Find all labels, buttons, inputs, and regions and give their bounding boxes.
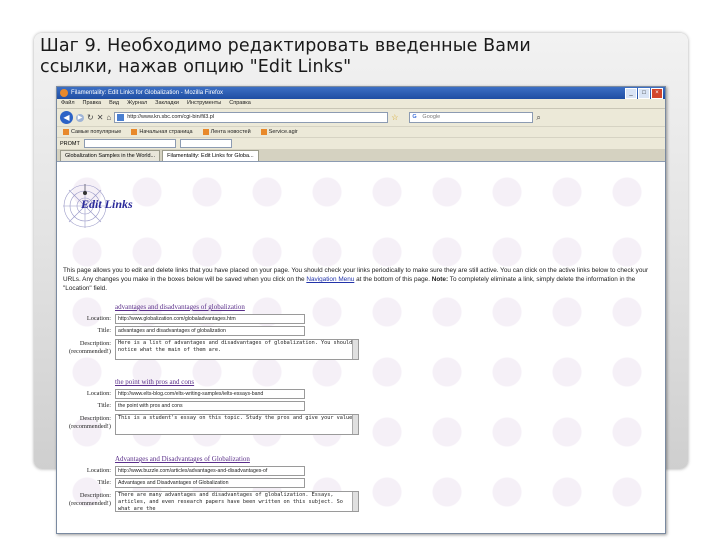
search-icon[interactable]: ⌕ bbox=[536, 113, 540, 123]
description-textarea[interactable]: This is a student's essay on this topic.… bbox=[115, 414, 359, 435]
menu-edit[interactable]: Правка bbox=[83, 99, 102, 108]
google-icon: G bbox=[412, 114, 417, 120]
menu-tools[interactable]: Инструменты bbox=[187, 99, 221, 108]
bookmark-icon bbox=[63, 129, 69, 135]
promt-select-2[interactable] bbox=[179, 139, 232, 148]
location-input[interactable]: http://www.buzzle.com/articles/advantage… bbox=[115, 466, 305, 476]
intro-note-label: Note: bbox=[431, 276, 449, 283]
stop-icon[interactable]: ✕ bbox=[97, 113, 104, 122]
favicon-icon bbox=[117, 114, 125, 121]
location-label: Location: bbox=[86, 390, 111, 397]
url-text: http://www.kn.sbc.com/cgi-bin/fil3.pl bbox=[127, 114, 215, 120]
location-input[interactable]: http://www.elts-blog.com/elts-writing-sa… bbox=[115, 389, 305, 399]
browser-screenshot: Filamentality: Edit Links for Globalizat… bbox=[56, 86, 666, 534]
edit-links-logo: Edit Links bbox=[81, 197, 133, 211]
intro-text: This page allows you to edit and delete … bbox=[63, 266, 659, 293]
description-textarea[interactable]: There are many advantages and disadvanta… bbox=[115, 491, 359, 512]
description-text: There are many advantages and disadvanta… bbox=[118, 492, 343, 512]
home-icon[interactable]: ⌂ bbox=[106, 113, 111, 122]
title-input[interactable]: advantages and disadvantages of globaliz… bbox=[115, 326, 305, 336]
title-label: Title: bbox=[97, 402, 111, 409]
navigation-menu-link[interactable]: Navigation Menu bbox=[306, 276, 354, 283]
menu-file[interactable]: Файл bbox=[61, 99, 75, 108]
window-titlebar: Filamentality: Edit Links for Globalizat… bbox=[57, 87, 665, 99]
tab-edit-links[interactable]: Filamentality: Edit Links for Globa... bbox=[162, 150, 259, 161]
back-arrow-icon[interactable]: ◀ bbox=[60, 111, 73, 124]
window-controls: _ □ × bbox=[625, 88, 663, 99]
navigation-toolbar: ◀ ▶ ↻ ✕ ⌂ http://www.kn.sbc.com/cgi-bin/… bbox=[57, 109, 665, 126]
promt-select[interactable] bbox=[83, 139, 176, 148]
title-input[interactable]: the point with pros and cons bbox=[115, 401, 305, 411]
menu-help[interactable]: Справка bbox=[229, 99, 251, 108]
description-label: Description: bbox=[79, 340, 111, 347]
search-placeholder: Google bbox=[422, 114, 441, 120]
bookmark-label: Начальная страница bbox=[139, 129, 193, 135]
forward-arrow-icon[interactable]: ▶ bbox=[76, 113, 84, 122]
location-input[interactable]: http://www.globalization.com/globaladvan… bbox=[115, 314, 305, 324]
textarea-scrollbar[interactable] bbox=[352, 415, 358, 434]
location-label: Location: bbox=[86, 315, 111, 322]
bookmark-icon bbox=[131, 129, 138, 135]
description-text: Here is a list of advantages and disadva… bbox=[118, 340, 353, 353]
entry-link[interactable]: Advantages and Disadvantages of Globaliz… bbox=[115, 455, 250, 463]
description-label: Description: bbox=[79, 415, 111, 422]
mail-icon bbox=[260, 129, 267, 135]
menu-view[interactable]: Вид bbox=[109, 99, 119, 108]
bookmark-label: Самые популярные bbox=[71, 129, 122, 135]
entry-link[interactable]: the point with pros and cons bbox=[115, 378, 194, 386]
url-input[interactable]: http://www.kn.sbc.com/cgi-bin/fil3.pl bbox=[114, 112, 389, 123]
page-content: Edit Links This page allows you to edit … bbox=[57, 162, 665, 533]
description-textarea[interactable]: Here is a list of advantages and disadva… bbox=[115, 339, 359, 360]
bookmark-star-icon[interactable]: ☆ bbox=[391, 113, 398, 122]
reload-icon[interactable]: ↻ bbox=[87, 113, 94, 122]
menu-history[interactable]: Журнал bbox=[127, 99, 147, 108]
firefox-icon bbox=[60, 89, 68, 97]
menu-bookmarks[interactable]: Закладки bbox=[155, 99, 179, 108]
description-text: This is a student's essay on this topic.… bbox=[118, 415, 356, 421]
bookmark-item[interactable]: Лента новостей bbox=[202, 127, 251, 137]
entry-link[interactable]: advantages and disadvantages of globaliz… bbox=[115, 303, 245, 311]
rss-icon bbox=[202, 129, 209, 135]
promt-label: PROMT bbox=[60, 140, 80, 147]
bookmark-item[interactable]: Самые популярные bbox=[63, 127, 121, 137]
title-label: Title: bbox=[97, 479, 111, 486]
textarea-scrollbar[interactable] bbox=[352, 340, 358, 359]
recommended-label: (recommended!) bbox=[69, 423, 111, 430]
slide-title: Шаг 9. Необходимо редактировать введенны… bbox=[40, 36, 531, 77]
description-label: Description: bbox=[79, 492, 111, 499]
menu-bar: Файл Правка Вид Журнал Закладки Инструме… bbox=[57, 99, 665, 109]
bookmark-item[interactable]: Service.agir bbox=[260, 127, 298, 137]
location-label: Location: bbox=[86, 467, 111, 474]
minimize-icon[interactable]: _ bbox=[625, 88, 637, 99]
recommended-label: (recommended!) bbox=[69, 500, 111, 507]
window-title: Filamentality: Edit Links for Globalizat… bbox=[71, 90, 224, 96]
tab-globalization-samples[interactable]: Globalization Samples in the World... bbox=[60, 150, 161, 161]
promt-toolbar: PROMT bbox=[57, 137, 665, 149]
textarea-scrollbar[interactable] bbox=[352, 492, 358, 511]
title-label: Title: bbox=[97, 327, 111, 334]
recommended-label: (recommended!) bbox=[69, 348, 111, 355]
bookmark-label: Service.agir bbox=[268, 129, 298, 135]
maximize-icon[interactable]: □ bbox=[638, 88, 650, 99]
bookmark-label: Лента новостей bbox=[210, 129, 251, 135]
search-input[interactable]: G Google bbox=[409, 112, 534, 123]
bookmarks-toolbar: Самые популярные Начальная страница Лент… bbox=[57, 126, 665, 137]
close-icon[interactable]: × bbox=[651, 88, 663, 99]
intro-part2: at the bottom of this page. bbox=[354, 276, 432, 283]
tab-bar: Globalization Samples in the World... Fi… bbox=[57, 149, 665, 162]
bookmark-item[interactable]: Начальная страница bbox=[131, 127, 193, 137]
title-input[interactable]: Advantages and Disadvantages of Globaliz… bbox=[115, 478, 305, 488]
